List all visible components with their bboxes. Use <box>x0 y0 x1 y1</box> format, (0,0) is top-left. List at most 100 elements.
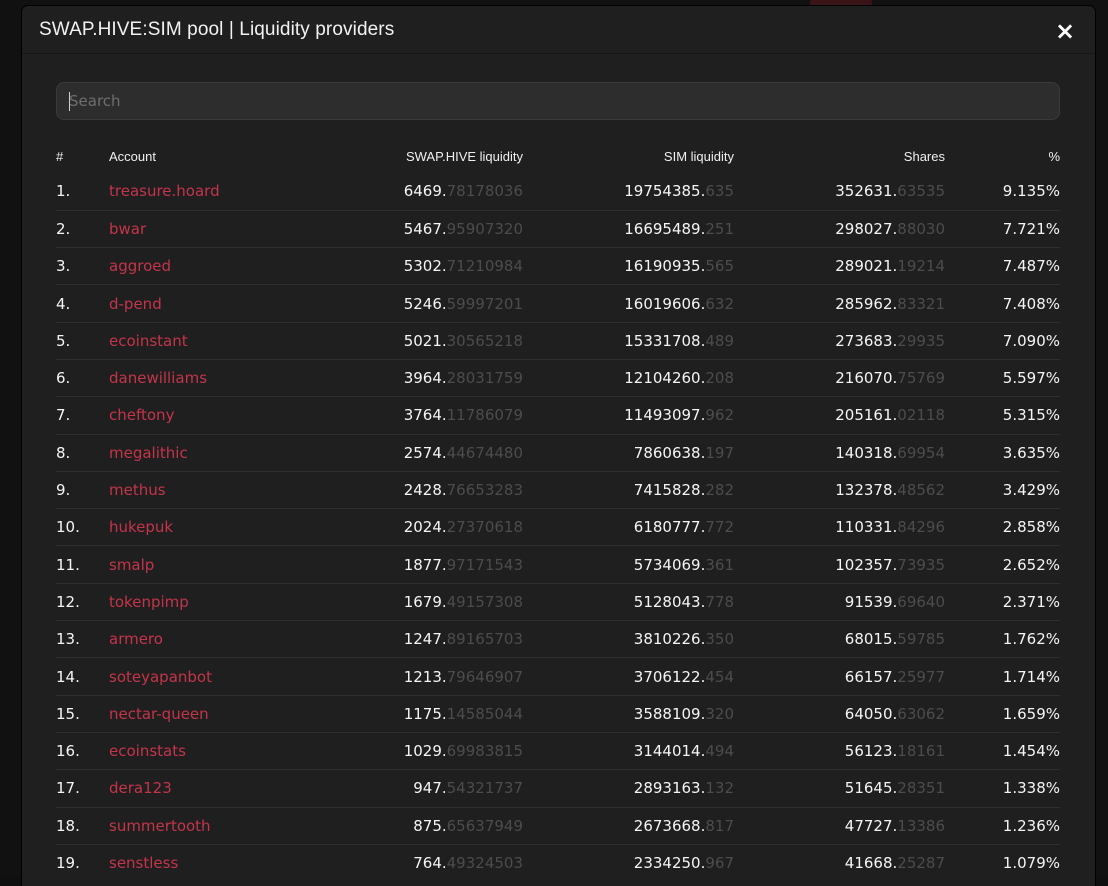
account-link[interactable]: dera123 <box>109 779 172 797</box>
shares-cell: 56123.18161 <box>734 732 945 771</box>
account-cell: bwar <box>109 210 309 249</box>
percent-cell: 1.236% <box>945 807 1060 845</box>
row-rank: 7. <box>56 396 109 435</box>
account-link[interactable]: ecoinstats <box>109 742 186 760</box>
account-link[interactable]: armero <box>109 630 163 648</box>
value-integer: 56123. <box>844 742 898 761</box>
value-decimals: 75769 <box>897 369 945 388</box>
table-row: 15. nectar-queen 1175.14585044 3588109.320 6… <box>56 695 1060 733</box>
row-rank: 5. <box>56 322 109 360</box>
shares-cell: 132378.48562 <box>734 471 945 510</box>
search-input[interactable] <box>69 83 1049 119</box>
account-link[interactable]: nectar-queen <box>109 705 209 723</box>
account-link[interactable]: soteyapanbot <box>109 668 212 686</box>
value-decimals: 197 <box>705 443 734 462</box>
swap-hive-liquidity-cell: 1175.14585044 <box>309 695 523 733</box>
shares-cell: 91539.69640 <box>734 583 945 622</box>
swap-hive-liquidity-cell: 5302.71210984 <box>309 247 523 286</box>
value-decimals: 71210984 <box>446 257 523 276</box>
value-decimals: 83321 <box>897 294 945 313</box>
account-link[interactable]: tokenpimp <box>109 593 189 611</box>
value-integer: 285962. <box>835 294 898 313</box>
shares-cell: 352631.63535 <box>734 173 945 211</box>
table-row: 19. senstless 764.49324503 2334250.967 41668… <box>56 844 1060 881</box>
value-decimals: 63062 <box>897 704 945 723</box>
value-integer: 205161. <box>835 406 898 425</box>
account-link[interactable]: bwar <box>109 220 146 238</box>
value-decimals: 632 <box>705 294 734 313</box>
value-decimals: 73935 <box>897 555 945 574</box>
value-integer: 1679. <box>403 592 447 611</box>
value-decimals: 79646907 <box>446 667 523 686</box>
percent-cell: 2.652% <box>945 545 1060 584</box>
value-integer: 1029. <box>403 742 447 761</box>
row-rank: 4. <box>56 284 109 323</box>
value-integer: 47727. <box>844 816 898 835</box>
value-integer: 7860638. <box>633 443 706 462</box>
value-integer: 6469. <box>403 182 447 201</box>
value-integer: 2574. <box>403 443 447 462</box>
shares-cell: 298027.88030 <box>734 210 945 249</box>
value-integer: 7415828. <box>633 481 706 500</box>
swap-hive-liquidity-cell: 2428.76653283 <box>309 471 523 510</box>
account-cell: aggroed <box>109 247 309 286</box>
value-decimals: 489 <box>705 331 734 350</box>
sim-liquidity-cell: 16019606.632 <box>523 284 734 323</box>
value-decimals: 14585044 <box>446 704 523 723</box>
sim-liquidity-cell: 15331708.489 <box>523 322 734 360</box>
value-integer: 2334250. <box>633 854 706 873</box>
value-decimals: 29935 <box>897 331 945 350</box>
table-row: 12. tokenpimp 1679.49157308 5128043.778 9153… <box>56 583 1060 622</box>
value-integer: 2673668. <box>633 816 706 835</box>
value-integer: 102357. <box>835 555 898 574</box>
table-row: 6. danewilliams 3964.28031759 12104260.208 2… <box>56 359 1060 398</box>
swap-hive-liquidity-cell: 875.65637949 <box>309 807 523 845</box>
shares-cell: 68015.59785 <box>734 620 945 659</box>
value-decimals: 454 <box>705 667 734 686</box>
table-row: 11. smalp 1877.97171543 5734069.361 102357.7… <box>56 545 1060 584</box>
account-link[interactable]: hukepuk <box>109 518 173 536</box>
sim-liquidity-cell: 5128043.778 <box>523 583 734 622</box>
shares-cell: 205161.02118 <box>734 396 945 435</box>
value-integer: 64050. <box>844 704 898 723</box>
account-link[interactable]: ecoinstant <box>109 332 188 350</box>
account-cell: nectar-queen <box>109 695 309 733</box>
value-decimals: 49324503 <box>446 854 523 873</box>
account-link[interactable]: danewilliams <box>109 369 207 387</box>
value-integer: 11493097. <box>624 406 706 425</box>
value-integer: 216070. <box>835 369 898 388</box>
table-row: 4. d-pend 5246.59997201 16019606.632 285962.… <box>56 284 1060 323</box>
value-decimals: 361 <box>705 555 734 574</box>
account-link[interactable]: cheftony <box>109 406 174 424</box>
table-row: 14. soteyapanbot 1213.79646907 3706122.454 6… <box>56 657 1060 696</box>
value-integer: 3706122. <box>633 667 706 686</box>
row-rank: 17. <box>56 769 109 808</box>
account-cell: ecoinstats <box>109 732 309 771</box>
table-header-row: # Account SWAP.HIVE liquidity SIM liquid… <box>56 139 1060 173</box>
close-icon[interactable]: × <box>1052 18 1078 44</box>
account-link[interactable]: smalp <box>109 556 154 574</box>
value-integer: 875. <box>413 816 447 835</box>
account-link[interactable]: megalithic <box>109 444 188 462</box>
value-integer: 3764. <box>403 406 447 425</box>
account-link[interactable]: d-pend <box>109 295 162 313</box>
value-decimals: 84296 <box>897 518 945 537</box>
value-integer: 2024. <box>403 518 447 537</box>
value-integer: 5734069. <box>633 555 706 574</box>
percent-cell: 2.858% <box>945 508 1060 547</box>
percent-cell: 1.762% <box>945 620 1060 659</box>
account-cell: danewilliams <box>109 359 309 398</box>
shares-cell: 66157.25977 <box>734 657 945 696</box>
account-link[interactable]: senstless <box>109 854 178 872</box>
value-decimals: 967 <box>705 854 734 873</box>
swap-hive-liquidity-cell: 5467.95907320 <box>309 210 523 249</box>
swap-hive-liquidity-cell: 947.54321737 <box>309 769 523 808</box>
swap-hive-liquidity-cell: 2574.44674480 <box>309 434 523 472</box>
value-decimals: 494 <box>705 742 734 761</box>
account-link[interactable]: summertooth <box>109 817 211 835</box>
value-integer: 3810226. <box>633 630 706 649</box>
account-link[interactable]: aggroed <box>109 257 171 275</box>
account-link[interactable]: treasure.hoard <box>109 182 220 200</box>
account-link[interactable]: methus <box>109 481 166 499</box>
sim-liquidity-cell: 3810226.350 <box>523 620 734 659</box>
